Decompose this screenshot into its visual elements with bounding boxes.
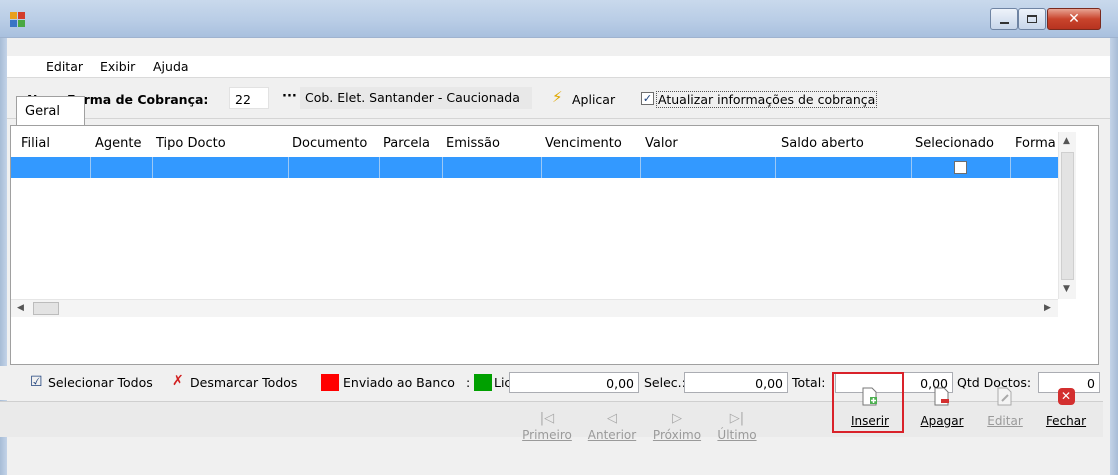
delete-label: Apagar — [920, 414, 964, 428]
window-frame-right — [1110, 38, 1118, 475]
first-icon: |◁ — [539, 410, 555, 426]
previous-label: Anterior — [587, 428, 637, 442]
app-icon — [10, 12, 26, 28]
scroll-up-icon[interactable]: ▲ — [1063, 136, 1070, 146]
check-all-icon: ☑ — [30, 374, 43, 390]
title-bar: ✕ — [0, 0, 1118, 38]
col-filial[interactable]: Filial — [21, 136, 50, 151]
previous-icon: ◁ — [607, 410, 617, 426]
next-icon: ▷ — [672, 410, 682, 426]
scroll-left-icon[interactable]: ◀ — [17, 303, 24, 313]
first-label: Primeiro — [522, 428, 572, 442]
table-row[interactable] — [11, 157, 1058, 178]
menu-exibir[interactable]: Exibir — [100, 59, 135, 74]
close-button[interactable]: ✕ — [1047, 8, 1101, 30]
minimize-icon — [999, 22, 1009, 24]
menu-editar[interactable]: Editar — [46, 59, 83, 74]
menu-ajuda[interactable]: Ajuda — [153, 59, 189, 74]
col-emissao[interactable]: Emissão — [446, 136, 500, 151]
update-info-label[interactable]: Atualizar informações de cobrança — [656, 91, 878, 108]
close-form-label: Fechar — [1045, 414, 1087, 428]
lookup-button[interactable]: ··· — [282, 89, 297, 104]
legend-separator: : — [466, 375, 471, 390]
tab-geral[interactable]: Geral — [16, 96, 85, 125]
col-saldo-aberto[interactable]: Saldo aberto — [781, 136, 864, 151]
billing-form-row: Nova Forma de Cobrança: 22 ··· Cob. Elet… — [7, 79, 1110, 119]
scroll-down-icon[interactable]: ▼ — [1063, 284, 1070, 294]
uncheck-all-icon: ✗ — [172, 373, 184, 389]
maximize-icon — [1027, 15, 1037, 23]
first-button[interactable]: |◁ Primeiro — [522, 408, 572, 443]
unselect-all-button[interactable]: Desmarcar Todos — [190, 375, 297, 390]
vertical-scroll-thumb[interactable] — [1061, 152, 1074, 280]
col-parcela[interactable]: Parcela — [383, 136, 430, 151]
select-all-button[interactable]: Selecionar Todos — [48, 375, 153, 390]
col-vencimento[interactable]: Vencimento — [545, 136, 622, 151]
insert-icon — [862, 387, 877, 405]
total-label: Total: — [792, 375, 826, 390]
close-circle-icon: ✕ — [1057, 387, 1075, 405]
maximize-button[interactable] — [1018, 8, 1046, 30]
selec-label: Selec.: — [644, 375, 686, 390]
next-button[interactable]: ▷ Próximo — [652, 408, 702, 443]
delete-icon — [934, 387, 949, 405]
close-form-button[interactable]: ✕ Fechar — [1044, 382, 1088, 428]
delete-button[interactable]: Apagar — [919, 382, 965, 428]
update-info-checkbox[interactable]: ✓ — [641, 92, 654, 105]
sent-bank-swatch — [321, 374, 339, 391]
vertical-scrollbar[interactable]: ▲ ▼ — [1058, 132, 1076, 299]
billing-description: Cob. Elet. Santander - Caucionada — [300, 87, 532, 109]
apply-button[interactable]: Aplicar — [572, 92, 615, 107]
horizontal-scroll-thumb[interactable] — [33, 302, 59, 315]
last-label: Último — [717, 428, 757, 442]
previous-button[interactable]: ◁ Anterior — [587, 408, 637, 443]
insert-label: Inserir — [851, 414, 889, 428]
col-selecionado[interactable]: Selecionado — [915, 136, 994, 151]
scroll-right-icon[interactable]: ▶ — [1044, 303, 1051, 313]
col-agente[interactable]: Agente — [95, 136, 141, 151]
lightning-icon: ⚡ — [552, 88, 563, 106]
col-documento[interactable]: Documento — [292, 136, 367, 151]
settled-swatch — [474, 374, 492, 391]
col-valor[interactable]: Valor — [645, 136, 678, 151]
sent-bank-label: Enviado ao Banco — [343, 375, 455, 390]
grid-body — [11, 178, 1058, 312]
insert-button[interactable]: Inserir — [846, 382, 894, 428]
edit-button[interactable]: Editar — [984, 382, 1026, 428]
edit-label: Editar — [987, 414, 1023, 428]
horizontal-scrollbar[interactable]: ◀ ▶ — [11, 299, 1058, 317]
col-tipo-docto[interactable]: Tipo Docto — [156, 136, 226, 151]
last-button[interactable]: ▷| Último — [713, 408, 761, 443]
edit-icon — [997, 387, 1012, 405]
next-label: Próximo — [652, 428, 702, 442]
selected-value: 0,00 — [684, 372, 788, 393]
row-selected-checkbox[interactable] — [954, 161, 967, 174]
menu-bar: Editar Exibir Ajuda — [7, 56, 1110, 78]
close-icon: ✕ — [1068, 11, 1080, 27]
billing-code-input[interactable]: 22 — [229, 87, 269, 109]
grid-header: Filial Agente Tipo Docto Documento Parce… — [11, 132, 1074, 156]
last-icon: ▷| — [729, 410, 745, 426]
value-total-1: 0,00 — [509, 372, 639, 393]
minimize-button[interactable] — [990, 8, 1018, 30]
